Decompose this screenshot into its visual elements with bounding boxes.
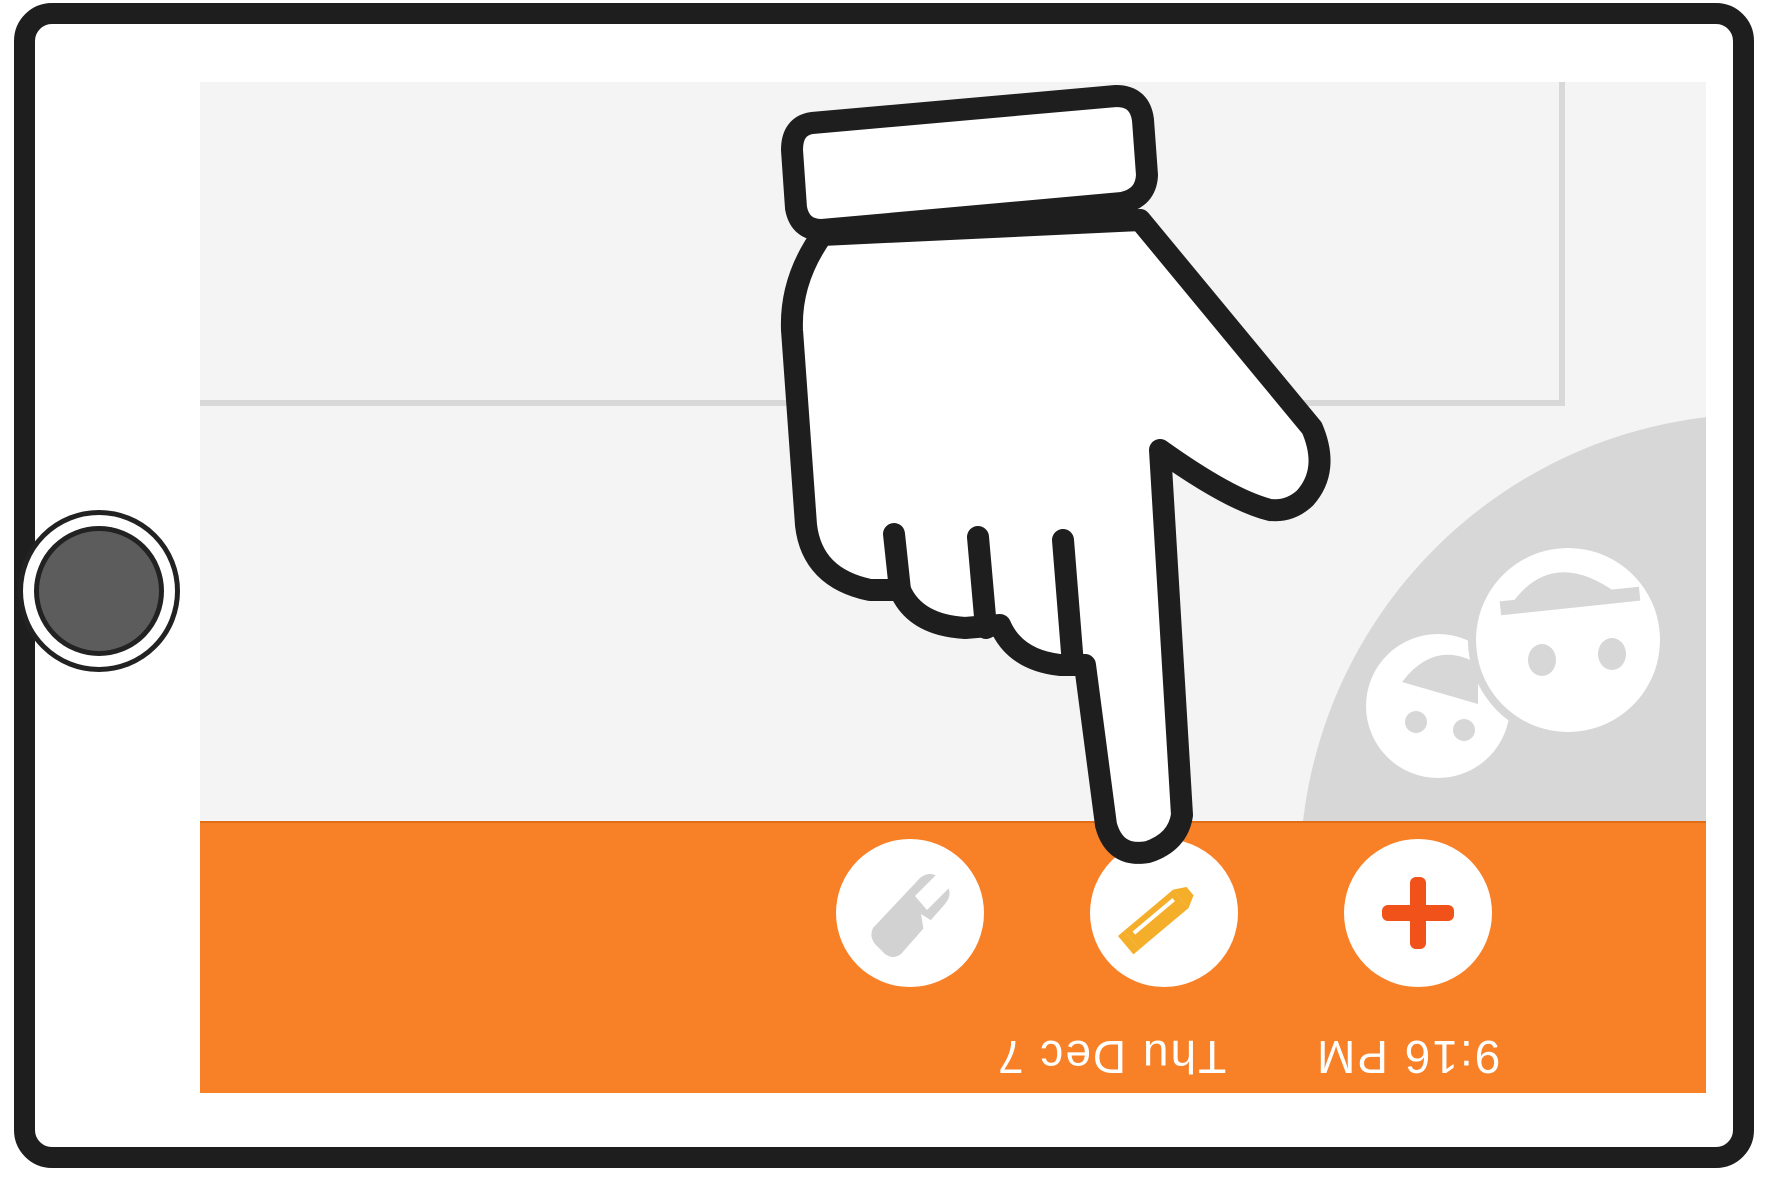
home-button[interactable] [18,510,180,672]
home-button-inner [34,526,164,656]
status-time: 9:16 PM [1315,1031,1501,1083]
status-date: Thu Dec 7 [996,1031,1227,1083]
plus-icon [1382,877,1454,949]
add-button[interactable] [1344,839,1492,987]
pointing-hand-icon [780,85,1331,864]
